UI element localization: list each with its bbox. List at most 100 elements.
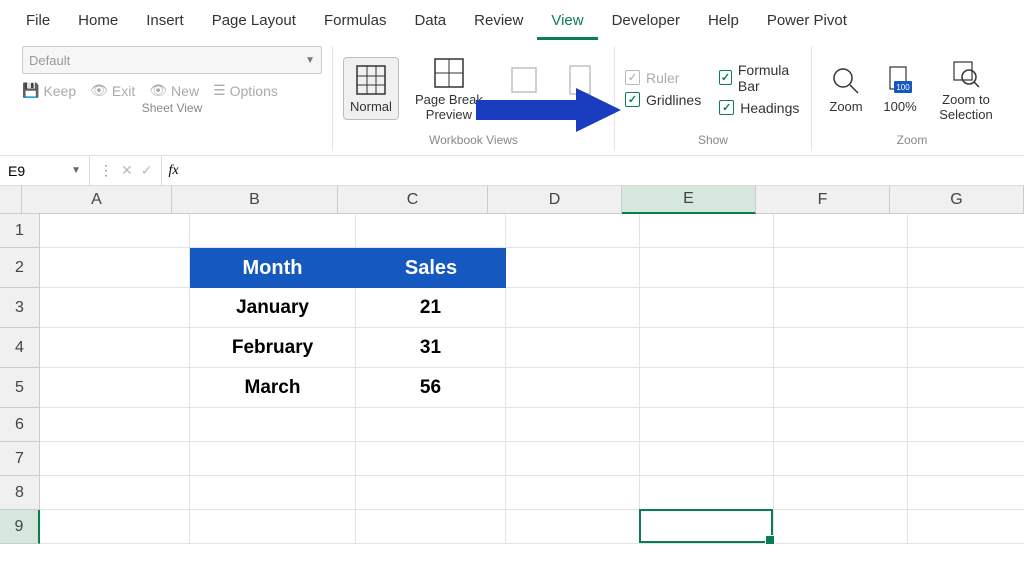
cell[interactable] — [40, 408, 190, 442]
cell[interactable] — [908, 328, 1024, 368]
cell[interactable] — [356, 476, 506, 510]
cell[interactable] — [506, 328, 640, 368]
cell[interactable]: March — [190, 368, 356, 408]
headings-checkbox[interactable]: ✓ Headings — [719, 100, 801, 116]
cell[interactable] — [908, 214, 1024, 248]
cell[interactable] — [908, 368, 1024, 408]
cell[interactable] — [40, 368, 190, 408]
cell[interactable] — [640, 248, 774, 288]
cell[interactable] — [774, 442, 908, 476]
column-header[interactable]: B — [172, 186, 338, 214]
cell[interactable] — [506, 248, 640, 288]
cell[interactable] — [506, 408, 640, 442]
cell[interactable] — [190, 510, 356, 544]
menu-home[interactable]: Home — [64, 4, 132, 40]
menu-formulas[interactable]: Formulas — [310, 4, 401, 40]
zoom-button[interactable]: Zoom — [822, 61, 870, 116]
cell[interactable] — [40, 328, 190, 368]
select-all-corner[interactable] — [0, 186, 22, 214]
cell[interactable] — [356, 408, 506, 442]
exit-button[interactable]: 👁 Exit — [90, 82, 135, 99]
cell[interactable] — [506, 288, 640, 328]
cell[interactable] — [640, 328, 774, 368]
cell[interactable] — [774, 328, 908, 368]
cell[interactable] — [774, 408, 908, 442]
cell[interactable] — [640, 476, 774, 510]
column-header[interactable]: A — [22, 186, 172, 214]
column-header[interactable]: C — [338, 186, 488, 214]
cell[interactable] — [908, 476, 1024, 510]
column-header[interactable]: G — [890, 186, 1024, 214]
menu-data[interactable]: Data — [400, 4, 460, 40]
cell[interactable] — [40, 248, 190, 288]
normal-view-button[interactable]: Normal — [343, 57, 399, 119]
zoom-100-button[interactable]: 100 100% — [876, 61, 924, 116]
cell[interactable]: 21 — [356, 288, 506, 328]
cell[interactable] — [908, 288, 1024, 328]
cell[interactable]: February — [190, 328, 356, 368]
menu-power-pivot[interactable]: Power Pivot — [753, 4, 861, 40]
keep-button[interactable]: 💾 Keep — [22, 82, 76, 99]
row-header[interactable]: 1 — [0, 214, 40, 248]
cell[interactable] — [190, 476, 356, 510]
cell[interactable] — [506, 214, 640, 248]
menu-view[interactable]: View — [537, 4, 597, 40]
menu-developer[interactable]: Developer — [598, 4, 694, 40]
cell[interactable] — [774, 214, 908, 248]
row-header[interactable]: 8 — [0, 476, 40, 510]
cell[interactable]: 56 — [356, 368, 506, 408]
menu-insert[interactable]: Insert — [132, 4, 198, 40]
cell[interactable] — [506, 368, 640, 408]
cell[interactable] — [774, 248, 908, 288]
cell[interactable] — [40, 288, 190, 328]
enter-icon[interactable]: ✓ — [138, 162, 156, 179]
cell[interactable] — [774, 288, 908, 328]
cell[interactable] — [190, 214, 356, 248]
row-header[interactable]: 7 — [0, 442, 40, 476]
formula-bar-checkbox[interactable]: ✓ Formula Bar — [719, 62, 801, 94]
row-header[interactable]: 6 — [0, 408, 40, 442]
sheet-view-dropdown[interactable]: Default ▼ — [22, 46, 322, 74]
cells-area[interactable]: MonthSalesJanuary21February31March56 — [40, 214, 1024, 544]
column-header[interactable]: E — [622, 186, 756, 214]
cell[interactable] — [774, 368, 908, 408]
cell[interactable] — [908, 442, 1024, 476]
row-header[interactable]: 4 — [0, 328, 40, 368]
cell[interactable]: Sales — [356, 248, 506, 288]
cell[interactable] — [506, 442, 640, 476]
menu-help[interactable]: Help — [694, 4, 753, 40]
cancel-icon[interactable]: ✕ — [118, 162, 136, 179]
cell[interactable] — [640, 510, 774, 544]
cell[interactable] — [40, 476, 190, 510]
cell[interactable] — [356, 214, 506, 248]
cell[interactable] — [908, 408, 1024, 442]
cell[interactable] — [640, 214, 774, 248]
gridlines-checkbox[interactable]: ✓ Gridlines — [625, 92, 701, 108]
name-box[interactable]: E9 ▼ — [0, 156, 90, 185]
more-icon[interactable]: ⋮ — [96, 162, 116, 179]
cell[interactable] — [40, 214, 190, 248]
menu-review[interactable]: Review — [460, 4, 537, 40]
column-header[interactable]: F — [756, 186, 890, 214]
cell[interactable]: January — [190, 288, 356, 328]
cell[interactable] — [40, 510, 190, 544]
cell[interactable] — [506, 510, 640, 544]
cell[interactable] — [190, 442, 356, 476]
cell[interactable] — [190, 408, 356, 442]
zoom-selection-button[interactable]: Zoom to Selection — [930, 54, 1002, 124]
new-button[interactable]: 👁 New — [149, 82, 199, 99]
cell[interactable] — [356, 510, 506, 544]
row-header[interactable]: 5 — [0, 368, 40, 408]
menu-file[interactable]: File — [12, 4, 64, 40]
fx-label[interactable]: fx — [162, 163, 184, 179]
row-header[interactable]: 2 — [0, 248, 40, 288]
cell[interactable] — [774, 510, 908, 544]
cell[interactable] — [506, 476, 640, 510]
cell[interactable] — [908, 510, 1024, 544]
cell[interactable] — [774, 476, 908, 510]
row-header[interactable]: 9 — [0, 510, 40, 544]
cell[interactable] — [640, 408, 774, 442]
cell[interactable] — [640, 288, 774, 328]
menu-page-layout[interactable]: Page Layout — [198, 4, 310, 40]
cell[interactable]: Month — [190, 248, 356, 288]
